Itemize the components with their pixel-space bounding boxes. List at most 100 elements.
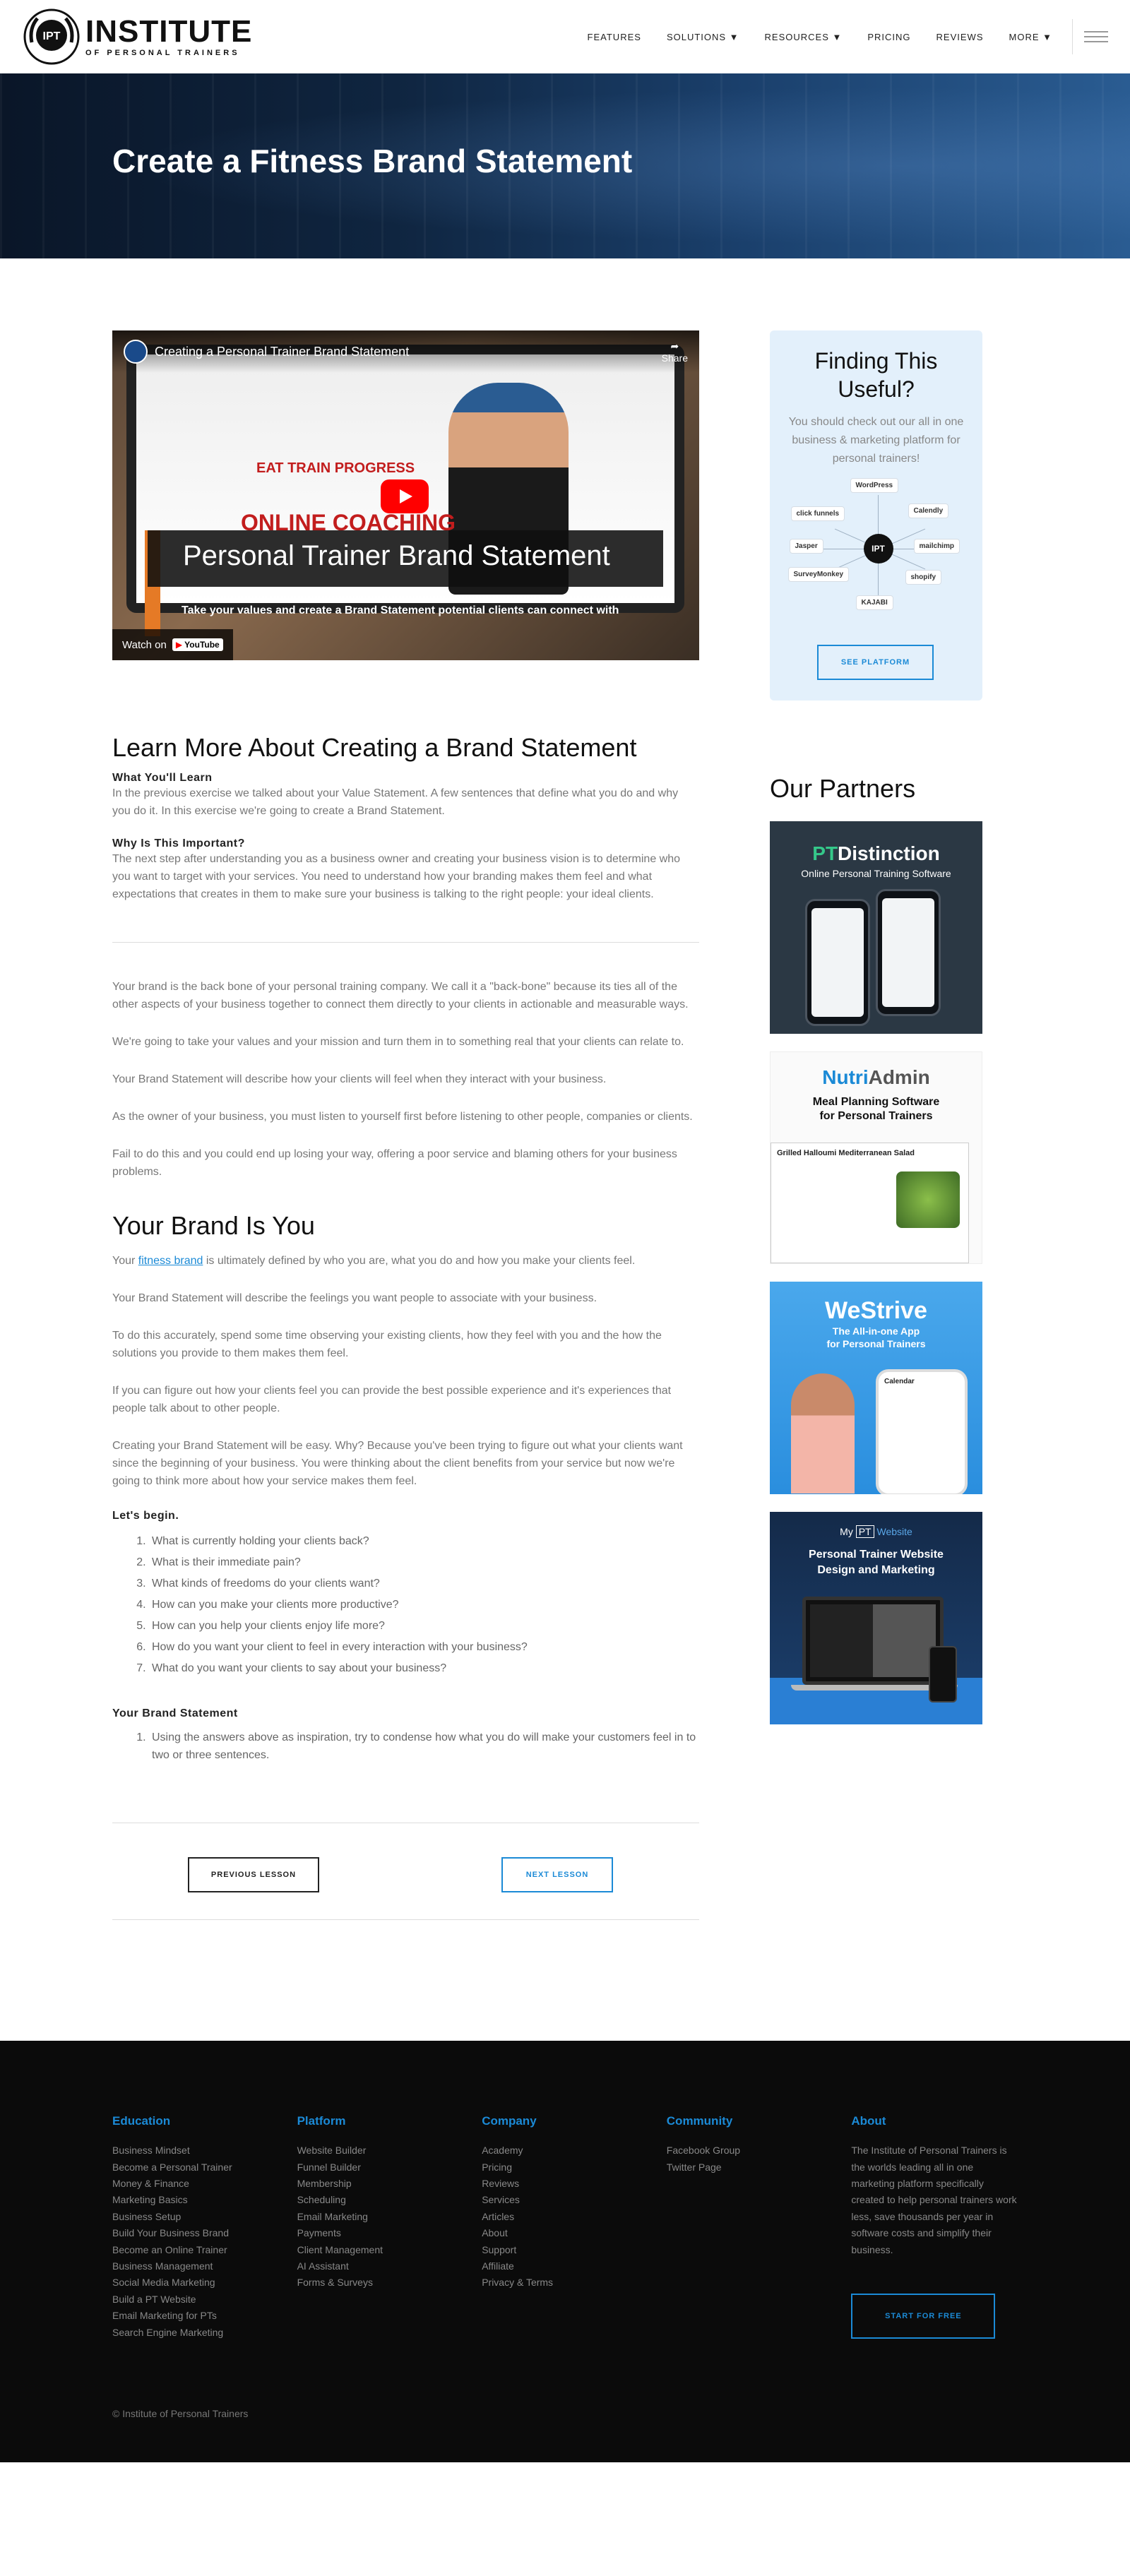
partner-ptdistinction[interactable]: PTDistinction Online Personal Training S… (770, 821, 982, 1034)
video-topbar: Creating a Personal Trainer Brand Statem… (112, 330, 699, 373)
site-header: IPT INSTITUTE OF PERSONAL TRAINERS FEATU… (0, 0, 1130, 73)
footer-link[interactable]: Become a Personal Trainer (112, 2159, 297, 2176)
nav-pricing[interactable]: PRICING (855, 32, 923, 42)
footer-link[interactable]: Pricing (482, 2159, 667, 2176)
brand-is-you-paragraph-1: Your fitness brand is ultimately defined… (112, 1255, 636, 1268)
footer-link[interactable]: Payments (297, 2225, 482, 2241)
partner-subtitle-2: for Personal Trainers (826, 1338, 926, 1349)
footer-link[interactable]: Business Mindset (112, 2142, 297, 2159)
footer-education: Education Business Mindset Become a Pers… (112, 2114, 297, 2341)
watch-on-youtube[interactable]: Watch on ▶ YouTube (112, 629, 233, 660)
channel-avatar[interactable] (124, 340, 148, 364)
footer-link[interactable]: Academy (482, 2142, 667, 2159)
list-item: What is currently holding your clients b… (149, 1531, 699, 1552)
footer-link[interactable]: About (482, 2225, 667, 2241)
promo-title: Finding This Useful? (814, 348, 938, 402)
page-title: Create a Fitness Brand Statement (112, 143, 633, 179)
nav-reviews[interactable]: REVIEWS (924, 32, 997, 42)
lets-begin-heading: Let's begin. (112, 1510, 179, 1522)
footer-link[interactable]: Forms & Surveys (297, 2274, 482, 2291)
footer-link[interactable]: Articles (482, 2209, 667, 2225)
brand-paragraph-5: Fail to do this and you could end up los… (112, 1147, 677, 1178)
footer-heading: Company (482, 2114, 537, 2128)
partner-myptwebsite[interactable]: My PT Website Personal Trainer Website D… (770, 1512, 982, 1724)
partner-title: WeStrive (825, 1297, 927, 1324)
partner-title: PTDistinction (812, 842, 940, 864)
partner-title: NutriAdmin (822, 1066, 930, 1088)
brand-statement-heading: Your Brand Statement (112, 1707, 238, 1720)
footer-link[interactable]: Membership (297, 2176, 482, 2192)
partner-westrive[interactable]: WeStrive The All-in-one App for Personal… (770, 1282, 982, 1494)
footer-link[interactable]: Business Management (112, 2258, 297, 2274)
footer-link[interactable]: Scheduling (297, 2192, 482, 2208)
footer-link[interactable]: Email Marketing (297, 2209, 482, 2225)
youtube-video-player[interactable]: EAT TRAIN PROGRESS ONLINE COACHING Creat… (112, 330, 699, 660)
site-logo[interactable]: IPT INSTITUTE OF PERSONAL TRAINERS (22, 7, 252, 66)
laptop-mockup (802, 1597, 944, 1685)
footer-link[interactable]: Support (482, 2242, 667, 2258)
list-item: How can you help your clients enjoy life… (149, 1616, 699, 1637)
section-divider (112, 941, 699, 943)
share-icon: ➦ (670, 340, 679, 352)
partner-nutriadmin[interactable]: NutriAdmin Meal Planning Software for Pe… (770, 1051, 982, 1264)
list-item: What is their immediate pain? (149, 1552, 699, 1573)
sidebar: Finding This Useful? You should check out… (770, 330, 982, 1920)
footer-link[interactable]: Social Media Marketing (112, 2274, 297, 2291)
nav-divider (1072, 19, 1073, 54)
footer-link[interactable]: Services (482, 2192, 667, 2208)
see-platform-button[interactable]: SEE PLATFORM (817, 645, 934, 680)
partner-subtitle: Meal Planning Software (812, 1096, 940, 1108)
footer-link[interactable]: Reviews (482, 2176, 667, 2192)
fitness-brand-link[interactable]: fitness brand (138, 1255, 203, 1267)
footer-about-text: The Institute of Personal Trainers is th… (851, 2145, 1017, 2255)
footer-link[interactable]: AI Assistant (297, 2258, 482, 2274)
nav-solutions[interactable]: SOLUTIONS ▼ (654, 32, 752, 42)
jasper-node: Jasper (789, 539, 823, 554)
what-you-learn-text: In the previous exercise we talked about… (112, 787, 679, 817)
video-banner-subtitle: Take your values and create a Brand Stat… (182, 604, 619, 616)
footer-link[interactable]: Business Setup (112, 2209, 297, 2225)
footer-link[interactable]: Email Marketing for PTs (112, 2308, 297, 2324)
brand-paragraph-3: Your Brand Statement will describe how y… (112, 1073, 607, 1085)
footer-link[interactable]: Website Builder (297, 2142, 482, 2159)
lesson-navigation: PREVIOUS LESSON NEXT LESSON (112, 1823, 699, 1921)
footer-link[interactable]: Search Engine Marketing (112, 2325, 297, 2341)
brand-is-you-paragraph-5: Creating your Brand Statement will be ea… (112, 1440, 683, 1488)
footer-link[interactable]: Facebook Group (667, 2142, 852, 2159)
nav-features[interactable]: FEATURES (575, 32, 654, 42)
logo-badge-text: IPT (43, 30, 61, 42)
footer-link[interactable]: Marketing Basics (112, 2192, 297, 2208)
footer-link[interactable]: Funnel Builder (297, 2159, 482, 2176)
calendly-node: Calendly (908, 503, 949, 518)
promo-text: You should check out our all in one busi… (788, 416, 964, 465)
nav-more[interactable]: MORE ▼ (997, 32, 1065, 42)
footer-link[interactable]: Affiliate (482, 2258, 667, 2274)
brand-statement-list: Using the answers above as inspiration, … (149, 1729, 699, 1764)
video-share-button[interactable]: ➦ Share (662, 340, 688, 364)
ipt-hub-icon: IPT (863, 534, 893, 564)
youtube-logo-icon: ▶ YouTube (172, 638, 223, 651)
brand-paragraph-2: We're going to take your values and your… (112, 1035, 684, 1048)
footer-link[interactable]: Twitter Page (667, 2159, 852, 2176)
list-item: What do you want your clients to say abo… (149, 1658, 699, 1679)
hamburger-menu-icon[interactable] (1084, 31, 1108, 42)
footer-link[interactable]: Build Your Business Brand (112, 2225, 297, 2241)
footer-link[interactable]: Client Management (297, 2242, 482, 2258)
kajabi-node: KAJABI (855, 595, 893, 610)
video-title[interactable]: Creating a Personal Trainer Brand Statem… (155, 345, 409, 359)
start-for-free-button[interactable]: START FOR FREE (851, 2294, 996, 2339)
woman-image (791, 1373, 855, 1493)
partner-subtitle: Online Personal Training Software (801, 868, 951, 879)
footer-link[interactable]: Become an Online Trainer (112, 2242, 297, 2258)
brand-is-you-paragraph-4: If you can figure out how your clients f… (112, 1385, 672, 1415)
footer-platform: Platform Website Builder Funnel Builder … (297, 2114, 482, 2341)
brand-paragraph-4: As the owner of your business, you must … (112, 1110, 693, 1123)
next-lesson-button[interactable]: NEXT LESSON (501, 1857, 613, 1893)
nav-resources[interactable]: RESOURCES ▼ (752, 32, 855, 42)
footer-link[interactable]: Privacy & Terms (482, 2274, 667, 2291)
footer-link[interactable]: Money & Finance (112, 2176, 297, 2192)
footer-link[interactable]: Build a PT Website (112, 2291, 297, 2308)
video-play-button[interactable] (381, 479, 429, 513)
phone-mockup (805, 899, 870, 1026)
previous-lesson-button[interactable]: PREVIOUS LESSON (188, 1857, 319, 1893)
